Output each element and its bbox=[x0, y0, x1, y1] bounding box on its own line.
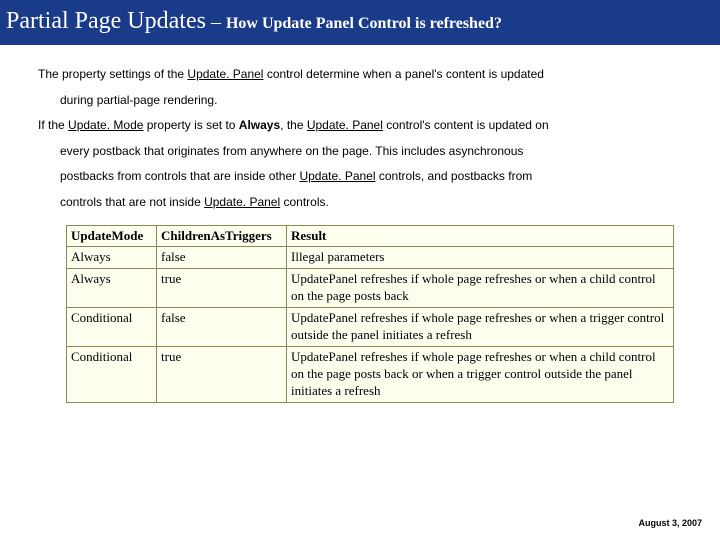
title-separator: – bbox=[206, 11, 226, 33]
cell-mode: Conditional bbox=[67, 308, 157, 347]
text-bold-always: Always bbox=[239, 118, 280, 132]
cell-mode: Always bbox=[67, 269, 157, 308]
footer-date: August 3, 2007 bbox=[638, 518, 702, 528]
text: control determine when a panel's content… bbox=[263, 67, 543, 81]
paragraph-1-cont: during partial-page rendering. bbox=[16, 93, 704, 109]
text: during partial-page rendering. bbox=[60, 93, 217, 107]
link-update-panel[interactable]: Update. Panel bbox=[187, 67, 263, 81]
table-row: Conditional true UpdatePanel refreshes i… bbox=[67, 346, 674, 402]
paragraph-2-line4: controls that are not inside Update. Pan… bbox=[16, 195, 704, 211]
text: property is set to bbox=[143, 118, 238, 132]
table-row: Always false Illegal parameters bbox=[67, 247, 674, 269]
paragraph-2-line2: every postback that originates from anyw… bbox=[16, 144, 704, 160]
text: postbacks from controls that are inside … bbox=[60, 169, 299, 183]
paragraph-2: If the Update. Mode property is set to A… bbox=[16, 118, 704, 134]
cell-result: UpdatePanel refreshes if whole page refr… bbox=[287, 308, 674, 347]
table-header-row: UpdateMode ChildrenAsTriggers Result bbox=[67, 225, 674, 247]
text: controls that are not inside bbox=[60, 195, 204, 209]
title-subtitle: How Update Panel Control is refreshed? bbox=[226, 15, 502, 32]
cell-children: true bbox=[157, 269, 287, 308]
paragraph-2-line3: postbacks from controls that are inside … bbox=[16, 169, 704, 185]
link-update-panel[interactable]: Update. Panel bbox=[299, 169, 375, 183]
col-header-updatemode: UpdateMode bbox=[67, 225, 157, 247]
table-row: Always true UpdatePanel refreshes if who… bbox=[67, 269, 674, 308]
paragraph-1: The property settings of the Update. Pan… bbox=[16, 67, 704, 83]
text: controls. bbox=[280, 195, 329, 209]
col-header-childrenastriggers: ChildrenAsTriggers bbox=[157, 225, 287, 247]
text: The property settings of the bbox=[38, 67, 187, 81]
text: controls, and postbacks from bbox=[376, 169, 533, 183]
cell-result: UpdatePanel refreshes if whole page refr… bbox=[287, 346, 674, 402]
text: every postback that originates from anyw… bbox=[60, 144, 523, 158]
cell-children: false bbox=[157, 247, 287, 269]
text: If the bbox=[38, 118, 68, 132]
link-update-panel[interactable]: Update. Panel bbox=[204, 195, 280, 209]
content-area: The property settings of the Update. Pan… bbox=[0, 45, 720, 403]
cell-children: false bbox=[157, 308, 287, 347]
link-update-panel[interactable]: Update. Panel bbox=[307, 118, 383, 132]
cell-children: true bbox=[157, 346, 287, 402]
table-wrapper: UpdateMode ChildrenAsTriggers Result Alw… bbox=[16, 221, 704, 403]
text: , the bbox=[280, 118, 307, 132]
link-update-mode[interactable]: Update. Mode bbox=[68, 118, 143, 132]
cell-mode: Conditional bbox=[67, 346, 157, 402]
title-main: Partial Page Updates bbox=[6, 8, 206, 34]
update-mode-table: UpdateMode ChildrenAsTriggers Result Alw… bbox=[66, 225, 674, 403]
cell-mode: Always bbox=[67, 247, 157, 269]
text: control's content is updated on bbox=[383, 118, 549, 132]
title-bar: Partial Page Updates – How Update Panel … bbox=[0, 0, 720, 45]
col-header-result: Result bbox=[287, 225, 674, 247]
cell-result: Illegal parameters bbox=[287, 247, 674, 269]
table-row: Conditional false UpdatePanel refreshes … bbox=[67, 308, 674, 347]
cell-result: UpdatePanel refreshes if whole page refr… bbox=[287, 269, 674, 308]
